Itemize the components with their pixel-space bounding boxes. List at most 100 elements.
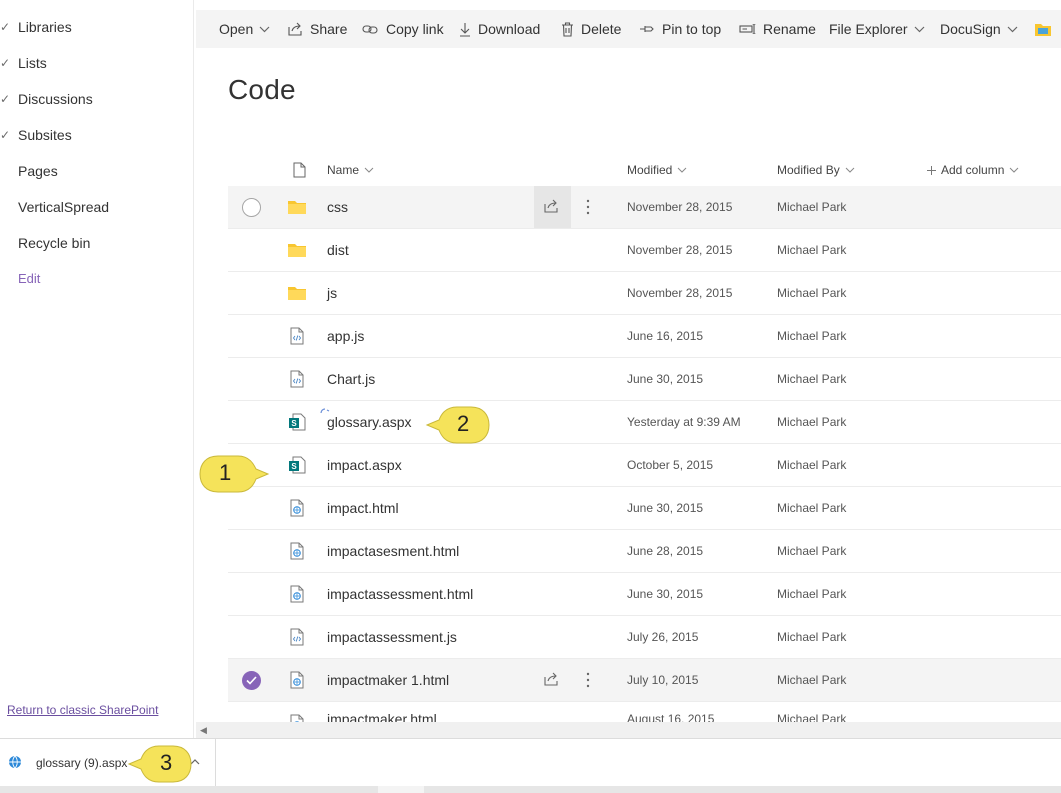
file-modified: June 30, 2015 — [627, 501, 704, 515]
app-launcher-button[interactable] — [1034, 10, 1059, 48]
row-more-actions-button[interactable] — [578, 659, 598, 701]
sharepoint-page-icon: S — [288, 456, 306, 474]
open-button[interactable]: Open — [219, 10, 277, 48]
file-type-column-header[interactable] — [288, 158, 306, 182]
file-name[interactable]: impactasesment.html — [327, 530, 459, 573]
file-modified: November 28, 2015 — [627, 200, 733, 214]
document-icon — [293, 162, 306, 178]
file-row[interactable]: dist November 28, 2015 Michael Park — [228, 229, 1061, 272]
row-more-actions-button[interactable] — [578, 186, 598, 228]
file-name[interactable]: impactmaker 1.html — [327, 659, 449, 702]
nav-item-label: Libraries — [18, 19, 72, 35]
nav-item-label: Lists — [18, 55, 47, 71]
file-modified: June 30, 2015 — [627, 587, 704, 601]
scroll-left-arrow-icon[interactable]: ◀ — [200, 725, 207, 736]
file-row[interactable]: js November 28, 2015 Michael Park — [228, 272, 1061, 315]
globe-icon — [9, 755, 21, 769]
pin-to-top-button[interactable]: Pin to top — [639, 10, 721, 48]
file-modified-by: Michael Park — [777, 243, 847, 257]
file-modified-by: Michael Park — [777, 415, 847, 429]
file-name[interactable]: js — [327, 272, 337, 315]
html-file-icon — [288, 499, 306, 517]
file-row[interactable]: Chart.js June 30, 2015 Michael Park — [228, 358, 1061, 401]
svg-text:S: S — [291, 462, 297, 471]
file-name[interactable]: impactassessment.js — [327, 616, 457, 659]
sharepoint-page-icon: S — [288, 413, 306, 431]
file-name[interactable]: app.js — [327, 315, 364, 358]
modified-column-header[interactable]: Modified — [627, 158, 687, 182]
file-modified: October 5, 2015 — [627, 458, 714, 472]
file-row[interactable]: impactassessment.js July 26, 2015 Michael … — [228, 616, 1061, 659]
file-explorer-button[interactable]: File Explorer — [829, 10, 932, 48]
horizontal-scrollbar[interactable]: ◀ — [196, 722, 1061, 738]
folder-icon — [288, 198, 306, 216]
nav-item-label: Subsites — [18, 127, 72, 143]
html-file-icon — [288, 714, 306, 722]
folder-icon — [288, 284, 306, 302]
file-row[interactable]: impactassessment.html June 30, 2015 Michae… — [228, 573, 1061, 616]
row-select-checkmark[interactable] — [242, 671, 261, 690]
check-icon: ✓ — [0, 20, 11, 34]
check-icon: ✓ — [0, 56, 11, 70]
file-row[interactable]: impactmaker.html August 16, 2015 Michael P… — [228, 702, 1061, 722]
scroll-thumb[interactable] — [378, 786, 424, 793]
share-button[interactable]: Share — [288, 10, 347, 48]
pin-to-top-label: Pin to top — [662, 21, 722, 37]
edit-label: Edit — [18, 271, 41, 286]
file-modified-by: Michael Park — [777, 544, 847, 558]
file-row[interactable]: impactasesment.html June 28, 2015 Michael … — [228, 530, 1061, 573]
check-icon: ✓ — [0, 92, 11, 106]
html-file-icon — [288, 542, 306, 560]
file-name[interactable]: impact.aspx — [327, 444, 402, 487]
row-share-button[interactable] — [534, 659, 571, 701]
chevron-down-icon — [1010, 167, 1019, 173]
file-row[interactable]: Simpact.aspx October 5, 2015 Michael Park — [228, 444, 1061, 487]
file-name[interactable]: css — [327, 186, 348, 229]
row-select-radio[interactable] — [242, 198, 261, 217]
download-label: Download — [478, 21, 541, 37]
file-modified: June 16, 2015 — [627, 329, 704, 343]
file-name[interactable]: impactmaker.html — [327, 702, 437, 722]
file-modified: November 28, 2015 — [627, 286, 733, 300]
chevron-down-icon — [914, 26, 925, 32]
file-row[interactable]: app.js June 16, 2015 Michael Park — [228, 315, 1061, 358]
rename-button[interactable]: Rename — [739, 10, 816, 48]
row-share-button[interactable] — [534, 186, 571, 228]
share-icon — [544, 199, 558, 213]
download-icon — [460, 22, 470, 37]
file-modified: November 28, 2015 — [627, 243, 733, 257]
check-icon: ✓ — [0, 128, 11, 142]
file-row[interactable]: Sglossary.aspx Yesterday at 9:39 AM Michae… — [228, 401, 1061, 444]
html-file-icon — [288, 671, 306, 689]
copy-link-button[interactable]: Copy link — [362, 10, 444, 48]
name-column-header[interactable]: Name — [327, 158, 374, 182]
modified-by-column-header[interactable]: Modified By — [777, 158, 855, 182]
add-column-header[interactable]: Add column — [927, 158, 1019, 182]
delete-label: Delete — [581, 21, 622, 37]
file-name[interactable]: impactassessment.html — [327, 573, 473, 616]
file-row[interactable]: impactmaker 1.html July 10, 2015 Michael P… — [228, 659, 1061, 702]
file-modified-by: Michael Park — [777, 200, 847, 214]
file-name[interactable]: Chart.js — [327, 358, 375, 401]
return-to-classic-link[interactable]: Return to classic SharePoint — [7, 703, 158, 717]
file-row[interactable]: css November 28, 2015 Michael Park — [228, 186, 1061, 229]
html-file-icon — [288, 585, 306, 603]
file-row[interactable]: impact.html June 30, 2015 Michael Park — [228, 487, 1061, 530]
download-button[interactable]: Download — [459, 10, 540, 48]
docusign-button[interactable]: DocuSign — [940, 10, 1025, 48]
file-explorer-label: File Explorer — [829, 21, 908, 37]
file-modified: June 28, 2015 — [627, 544, 704, 558]
nav-item-label: Discussions — [18, 91, 93, 107]
plus-icon — [927, 165, 936, 175]
code-file-icon — [288, 370, 306, 388]
file-modified-by: Michael Park — [777, 501, 847, 515]
file-modified: June 30, 2015 — [627, 372, 704, 386]
link-icon — [362, 24, 378, 34]
folder-app-icon — [1035, 24, 1051, 36]
file-name[interactable]: impact.html — [327, 487, 399, 530]
file-name[interactable]: dist — [327, 229, 349, 272]
bottom-scroll-strip — [0, 786, 1061, 793]
delete-button[interactable]: Delete — [561, 10, 621, 48]
trash-icon — [562, 21, 573, 37]
file-name[interactable]: glossary.aspx — [327, 401, 412, 444]
